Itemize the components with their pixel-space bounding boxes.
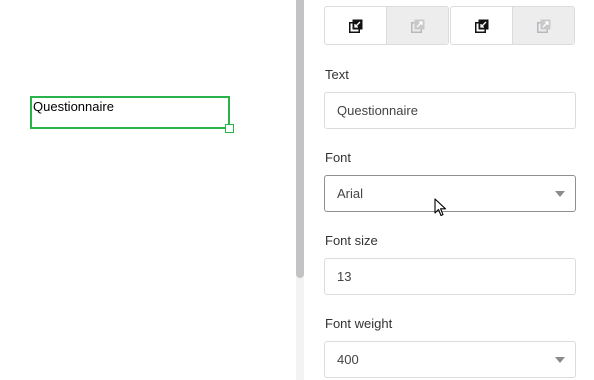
send-backward-button[interactable] [386, 7, 448, 44]
font-select[interactable]: Arial [324, 175, 576, 212]
send-to-back-button[interactable] [512, 7, 574, 44]
mouse-cursor-icon [434, 198, 447, 217]
bring-forward-button[interactable] [325, 7, 386, 44]
layer-order-group-2 [450, 6, 575, 45]
font-weight-value: 400 [337, 352, 359, 367]
font-weight-label: Font weight [325, 316, 393, 331]
font-size-input[interactable]: 13 [324, 258, 576, 295]
send-backward-icon [410, 19, 424, 33]
text-input[interactable]: Questionnaire [324, 92, 576, 129]
text-element-content: Questionnaire [33, 99, 114, 114]
font-weight-select[interactable]: 400 [324, 341, 576, 378]
resize-handle[interactable] [225, 124, 234, 133]
scrollbar-thumb[interactable] [296, 0, 304, 278]
bring-forward-icon [348, 19, 362, 33]
send-to-back-icon [536, 19, 550, 33]
selected-text-element[interactable]: Questionnaire [30, 96, 234, 133]
layer-order-group-1 [324, 6, 449, 45]
properties-panel: Text Questionnaire Font Arial Font size … [304, 0, 594, 380]
design-canvas[interactable]: Questionnaire [0, 0, 296, 380]
font-size-value: 13 [337, 269, 352, 284]
bring-to-front-button[interactable] [451, 7, 512, 44]
chevron-down-icon [555, 190, 565, 197]
text-label: Text [325, 67, 349, 82]
chevron-down-icon [555, 356, 565, 363]
text-input-value: Questionnaire [337, 103, 418, 118]
font-size-label: Font size [325, 233, 378, 248]
font-label: Font [325, 150, 352, 165]
font-select-value: Arial [337, 186, 364, 201]
bring-to-front-icon [474, 19, 488, 33]
